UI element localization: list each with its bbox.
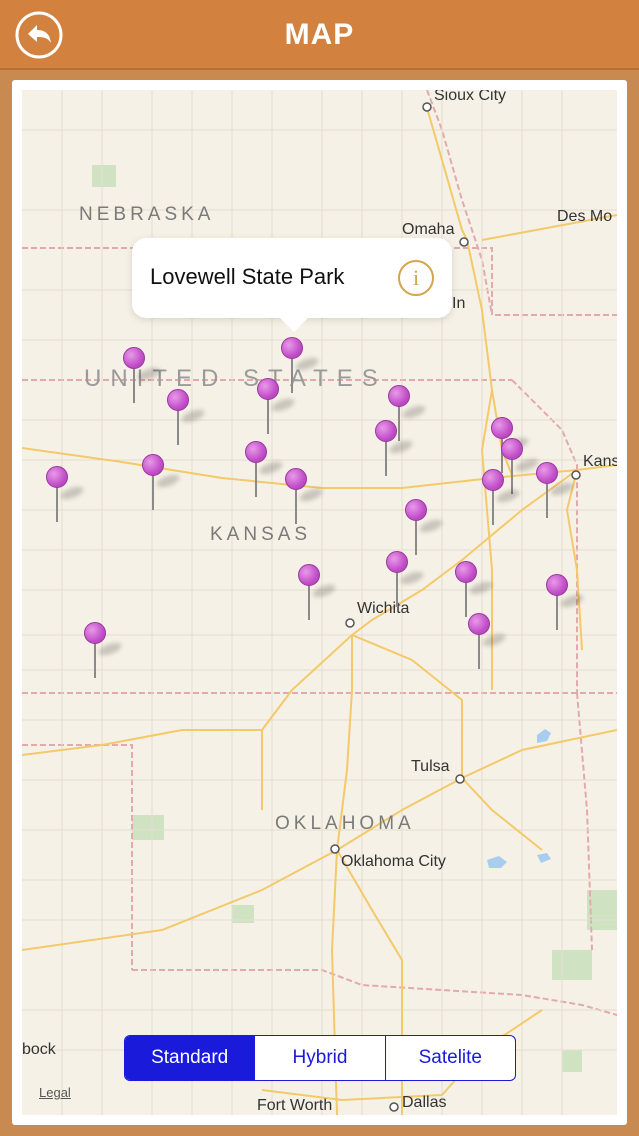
map-pin[interactable] xyxy=(245,441,284,501)
pin-callout[interactable]: Lovewell State Park i xyxy=(132,238,452,332)
city-label-tulsa: Tulsa xyxy=(411,758,450,775)
info-icon[interactable]: i xyxy=(398,260,434,296)
city-label-dallas: Dallas xyxy=(402,1094,447,1111)
map-pin[interactable] xyxy=(46,466,85,526)
state-label-nebraska: NEBRASKA xyxy=(79,204,215,225)
map-pin[interactable] xyxy=(167,389,206,449)
city-label-sioux-city: Sioux City xyxy=(434,90,507,104)
map-pin[interactable] xyxy=(386,551,425,611)
map-pin[interactable] xyxy=(405,499,444,559)
page-title: MAP xyxy=(284,18,355,51)
water-bodies xyxy=(487,729,551,868)
city-label-omaha: Omaha xyxy=(402,221,455,238)
callout-title: Lovewell State Park xyxy=(150,264,345,289)
city-label-fort-worth: Fort Worth xyxy=(257,1097,333,1114)
segment-standard[interactable]: Standard xyxy=(125,1036,256,1080)
map-pin[interactable] xyxy=(375,420,414,480)
map-pin[interactable] xyxy=(285,468,324,528)
city-label-oklahoma-city: Oklahoma City xyxy=(341,853,446,870)
segment-satellite[interactable]: Satelite xyxy=(386,1036,515,1080)
segment-hybrid[interactable]: Hybrid xyxy=(255,1036,386,1080)
city-label-lubbock: bock xyxy=(22,1041,56,1058)
city-label-des-moines: Des Mo xyxy=(557,208,613,225)
state-borders xyxy=(22,90,617,1016)
map-pin[interactable] xyxy=(546,574,585,634)
map-pin[interactable] xyxy=(468,613,507,673)
map-pin[interactable] xyxy=(84,622,123,682)
map-pin[interactable] xyxy=(123,347,162,407)
map-pin[interactable] xyxy=(482,469,521,529)
top-bar: MAP xyxy=(0,0,639,70)
city-label-lincoln: In xyxy=(452,295,466,312)
legal-link[interactable]: Legal xyxy=(39,1085,71,1100)
map-pin[interactable] xyxy=(257,378,296,438)
map-pin-lovewell-state-park[interactable] xyxy=(281,337,320,397)
map-pin[interactable] xyxy=(536,462,575,522)
map-pin[interactable] xyxy=(142,454,181,514)
map-type-selector[interactable]: Standard Hybrid Satelite xyxy=(124,1035,516,1081)
city-label-kansas-city: Kans xyxy=(583,453,617,470)
map-pin[interactable] xyxy=(298,564,337,624)
map-pin[interactable] xyxy=(455,561,494,621)
map-view[interactable]: Sioux City Omaha In Des Mo Kans Wichita … xyxy=(22,90,617,1115)
state-label-oklahoma: OKLAHOMA xyxy=(275,813,415,834)
